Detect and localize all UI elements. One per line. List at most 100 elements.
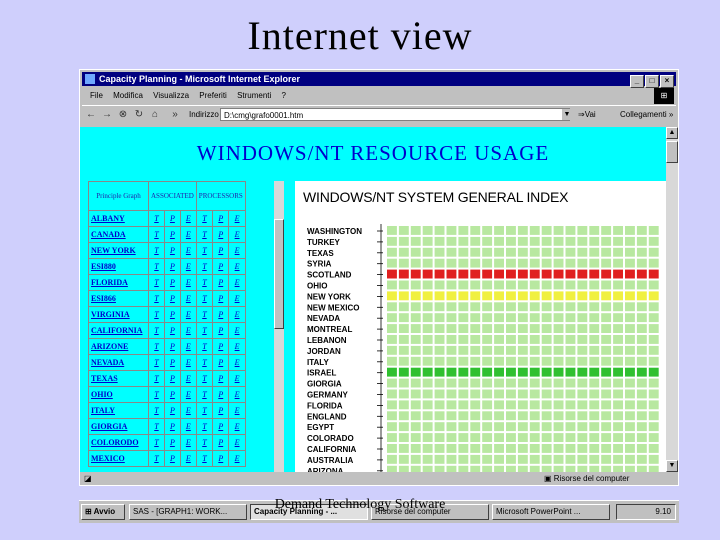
server-link[interactable]: NEW YORK <box>88 242 149 259</box>
graph-type-link[interactable]: T <box>148 274 165 291</box>
graph-type-link[interactable]: T <box>148 322 165 339</box>
graph-type-link[interactable]: T <box>148 210 165 227</box>
graph-type-link[interactable]: T <box>195 354 214 371</box>
graph-type-link[interactable]: T <box>148 418 165 435</box>
graph-type-link[interactable]: T <box>195 434 214 451</box>
graph-type-link[interactable]: P <box>163 210 181 227</box>
graph-type-link[interactable]: T <box>148 242 165 259</box>
graph-type-link[interactable]: P <box>212 210 230 227</box>
graph-type-link[interactable]: T <box>195 322 214 339</box>
window-titlebar[interactable]: Capacity Planning - Microsoft Internet E… <box>82 72 676 88</box>
graph-type-link[interactable]: E <box>179 386 197 403</box>
graph-type-link[interactable]: T <box>195 450 214 467</box>
graph-type-link[interactable]: T <box>148 370 165 387</box>
graph-type-link[interactable]: P <box>212 274 230 291</box>
graph-type-link[interactable]: T <box>148 338 165 355</box>
address-input[interactable]: D:\cmg\grafo0001.htm <box>220 108 570 121</box>
graph-type-link[interactable]: P <box>212 306 230 323</box>
graph-type-link[interactable]: E <box>179 258 197 275</box>
graph-type-link[interactable]: E <box>228 290 246 307</box>
graph-type-link[interactable]: P <box>212 402 230 419</box>
graph-type-link[interactable]: T <box>195 338 214 355</box>
graph-type-link[interactable]: P <box>163 242 181 259</box>
graph-type-link[interactable]: T <box>148 402 165 419</box>
graph-type-link[interactable]: E <box>228 306 246 323</box>
stop-icon[interactable]: ⊗ <box>116 108 130 122</box>
menu-file[interactable]: File <box>90 91 103 100</box>
graph-type-link[interactable]: P <box>212 258 230 275</box>
graph-type-link[interactable]: T <box>195 258 214 275</box>
graph-type-link[interactable]: E <box>179 274 197 291</box>
server-list-scroll-thumb[interactable] <box>274 219 284 329</box>
graph-type-link[interactable]: P <box>163 370 181 387</box>
graph-type-link[interactable]: E <box>228 210 246 227</box>
graph-type-link[interactable]: E <box>228 258 246 275</box>
graph-type-link[interactable]: P <box>212 450 230 467</box>
graph-type-link[interactable]: P <box>212 434 230 451</box>
links-button[interactable]: Collegamenti » <box>620 106 673 124</box>
close-button[interactable]: × <box>660 75 674 88</box>
graph-type-link[interactable]: P <box>212 386 230 403</box>
graph-type-link[interactable]: T <box>195 242 214 259</box>
server-link[interactable]: CALIFORNIA <box>88 322 149 339</box>
scroll-up-icon[interactable]: ▲ <box>666 127 678 139</box>
graph-type-link[interactable]: T <box>195 210 214 227</box>
graph-type-link[interactable]: P <box>212 290 230 307</box>
server-link[interactable]: MEXICO <box>88 450 149 467</box>
graph-type-link[interactable]: E <box>179 418 197 435</box>
graph-type-link[interactable]: E <box>179 338 197 355</box>
graph-type-link[interactable]: P <box>163 386 181 403</box>
graph-type-link[interactable]: P <box>212 418 230 435</box>
graph-type-link[interactable]: P <box>163 258 181 275</box>
graph-type-link[interactable]: E <box>179 354 197 371</box>
graph-type-link[interactable]: T <box>195 274 214 291</box>
graph-type-link[interactable]: T <box>195 402 214 419</box>
server-link[interactable]: ALBANY <box>88 210 149 227</box>
graph-type-link[interactable]: E <box>179 322 197 339</box>
forward-arrow-icon[interactable]: → <box>100 108 114 122</box>
graph-type-link[interactable]: P <box>212 370 230 387</box>
graph-type-link[interactable]: T <box>148 258 165 275</box>
menu-preferiti[interactable]: Preferiti <box>199 91 227 100</box>
graph-type-link[interactable]: T <box>195 386 214 403</box>
graph-type-link[interactable]: E <box>228 386 246 403</box>
graph-type-link[interactable]: E <box>228 418 246 435</box>
graph-type-link[interactable]: E <box>228 370 246 387</box>
graph-type-link[interactable]: P <box>163 418 181 435</box>
back-arrow-icon[interactable]: ← <box>84 108 98 122</box>
graph-type-link[interactable]: E <box>179 306 197 323</box>
graph-type-link[interactable]: E <box>179 402 197 419</box>
graph-type-link[interactable]: P <box>212 354 230 371</box>
graph-type-link[interactable]: P <box>212 338 230 355</box>
menu-visualizza[interactable]: Visualizza <box>153 91 189 100</box>
server-link[interactable]: VIRGINIA <box>88 306 149 323</box>
graph-type-link[interactable]: T <box>148 290 165 307</box>
graph-type-link[interactable]: E <box>228 226 246 243</box>
chevron-more-icon[interactable]: » <box>168 108 182 122</box>
graph-type-link[interactable]: P <box>163 434 181 451</box>
address-dropdown-icon[interactable]: ▼ <box>562 109 572 120</box>
server-link[interactable]: ITALY <box>88 402 149 419</box>
server-link[interactable]: COLORODO <box>88 434 149 451</box>
graph-type-link[interactable]: P <box>163 354 181 371</box>
graph-type-link[interactable]: P <box>163 402 181 419</box>
graph-type-link[interactable]: E <box>179 210 197 227</box>
minimize-button[interactable]: _ <box>630 75 644 88</box>
graph-type-link[interactable]: E <box>179 450 197 467</box>
graph-type-link[interactable]: P <box>163 226 181 243</box>
scroll-down-icon[interactable]: ▼ <box>666 460 678 472</box>
graph-type-link[interactable]: T <box>195 370 214 387</box>
server-link[interactable]: OHIO <box>88 386 149 403</box>
graph-type-link[interactable]: P <box>163 338 181 355</box>
graph-type-link[interactable]: T <box>148 306 165 323</box>
graph-type-link[interactable]: E <box>228 274 246 291</box>
server-link[interactable]: ESI880 <box>88 258 149 275</box>
graph-type-link[interactable]: P <box>163 450 181 467</box>
server-link[interactable]: ESI866 <box>88 290 149 307</box>
graph-type-link[interactable]: T <box>148 354 165 371</box>
go-button[interactable]: ⇒Vai <box>578 106 596 124</box>
graph-type-link[interactable]: P <box>212 242 230 259</box>
menu-help[interactable]: ? <box>282 91 286 100</box>
graph-type-link[interactable]: E <box>228 322 246 339</box>
graph-type-link[interactable]: E <box>179 242 197 259</box>
